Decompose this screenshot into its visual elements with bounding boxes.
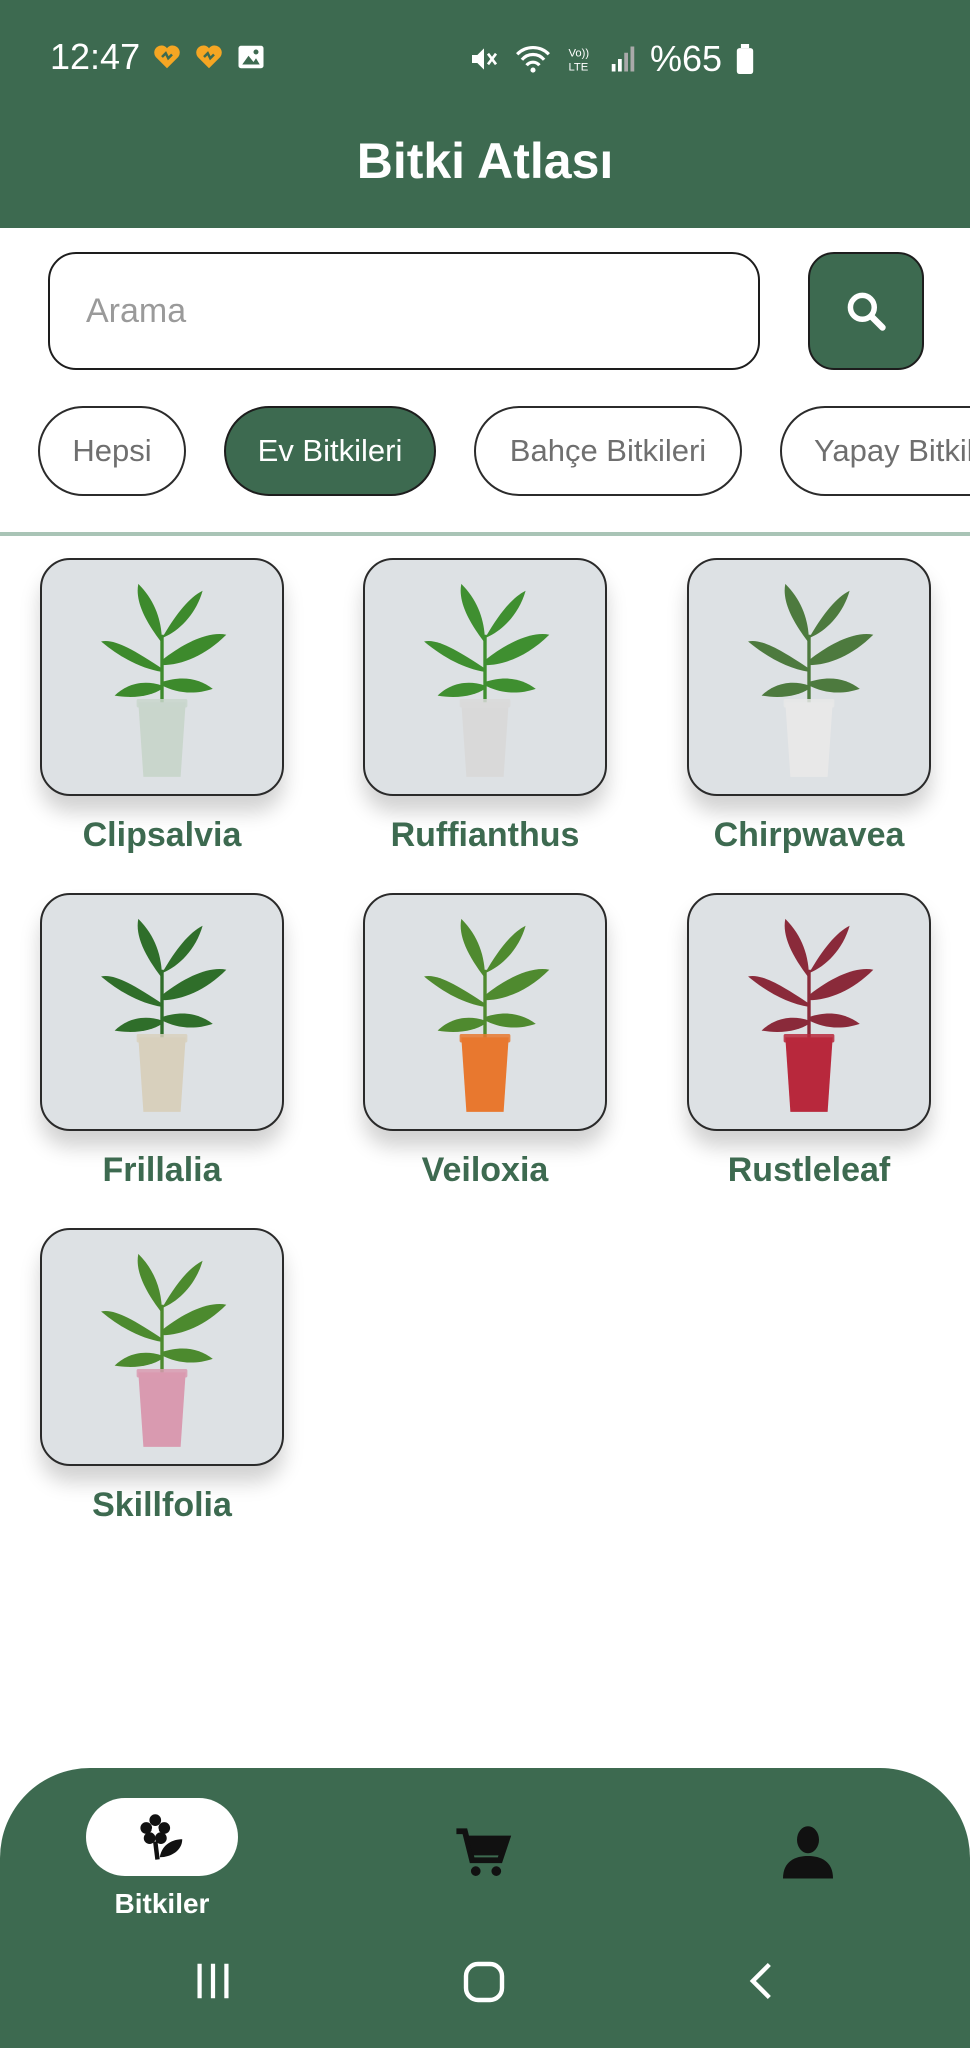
category-filter-bar: Hepsi Ev Bitkileri Bahçe Bitkileri Yapay… [38, 406, 970, 498]
filter-chip-label: Hepsi [72, 433, 152, 468]
plant-card[interactable]: Frillalia [40, 893, 284, 1190]
plant-name: Skillfolia [92, 1486, 232, 1524]
plant-name: Veiloxia [421, 1151, 549, 1189]
status-time: 12:47 [50, 36, 141, 77]
filter-chip-label: Ev Bitkileri [257, 433, 403, 468]
potted-plant-illustration [748, 583, 874, 777]
battery-percent: %65 [650, 38, 723, 79]
filter-chip-garden-plants[interactable]: Bahçe Bitkileri [474, 406, 742, 496]
potted-plant-illustration [101, 583, 227, 777]
plant-image [363, 893, 607, 1131]
nav-label-plants: Bitkiler [114, 1888, 210, 1919]
plant-card[interactable]: Skillfolia [40, 1228, 284, 1525]
person-icon [783, 1826, 833, 1879]
page-title: Bitki Atlası [356, 133, 614, 189]
plant-card[interactable]: Clipsalvia [40, 558, 284, 855]
heart-notification-icon [196, 45, 222, 69]
nav-item-profile[interactable] [778, 1820, 838, 1887]
potted-plant-illustration [424, 583, 550, 777]
battery-icon [736, 44, 754, 74]
plant-name: Ruffianthus [390, 816, 580, 854]
filter-chip-all[interactable]: Hepsi [38, 406, 186, 496]
search-button[interactable] [808, 252, 924, 370]
plant-image [40, 893, 284, 1131]
image-notification-icon [238, 45, 264, 69]
search-icon [847, 292, 886, 331]
plant-image [40, 1228, 284, 1466]
plant-card[interactable]: Veiloxia [363, 893, 607, 1190]
plant-name: Rustleleaf [727, 1151, 891, 1189]
plant-name: Clipsalvia [82, 816, 242, 854]
plant-image [40, 558, 284, 796]
plant-card[interactable]: Rustleleaf [687, 893, 931, 1190]
system-icons: Vo)) LTE %65 [468, 38, 754, 80]
signal-icon [611, 46, 635, 72]
potted-plant-illustration [101, 918, 227, 1112]
plant-card[interactable]: Chirpwavea [687, 558, 931, 855]
plant-name: Chirpwavea [713, 816, 905, 854]
plant-image [687, 558, 931, 796]
home-icon[interactable] [460, 1958, 508, 2006]
search-input[interactable] [48, 252, 760, 370]
app-bar: 12:47 Vo)) LTE %65 Bitki Atlası [0, 0, 970, 228]
notification-icons [152, 42, 266, 72]
svg-text:LTE: LTE [569, 61, 589, 73]
system-navigation-bar [0, 1950, 970, 2020]
filter-chip-label: Yapay Bitkiler [814, 433, 970, 468]
status-bar: 12:47 Vo)) LTE %65 [0, 28, 970, 88]
cart-icon [456, 1828, 512, 1876]
wifi-icon [516, 46, 550, 73]
plant-card[interactable]: Ruffianthus [363, 558, 607, 855]
divider [0, 532, 970, 536]
potted-plant-illustration [424, 918, 550, 1112]
nav-item-cart[interactable] [452, 1824, 514, 1887]
plant-name: Frillalia [102, 1151, 222, 1189]
svg-text:Vo)): Vo)) [569, 48, 590, 60]
filter-chip-house-plants[interactable]: Ev Bitkileri [224, 406, 436, 496]
volte-icon: Vo))LTE [569, 48, 590, 74]
filter-chip-label: Bahçe Bitkileri [509, 433, 707, 468]
plant-icon [140, 1814, 183, 1860]
back-icon[interactable] [740, 1958, 784, 2004]
plant-image [363, 558, 607, 796]
potted-plant-illustration [101, 1253, 227, 1447]
filter-chip-artificial-plants[interactable]: Yapay Bitkiler [780, 406, 970, 496]
mute-icon [472, 48, 498, 70]
plant-image [687, 893, 931, 1131]
bottom-navigation: Bitkiler [0, 1768, 970, 2048]
nav-item-plants[interactable] [86, 1798, 238, 1876]
heart-notification-icon [154, 45, 180, 69]
recent-apps-icon[interactable] [190, 1958, 236, 2004]
potted-plant-illustration [748, 918, 874, 1112]
